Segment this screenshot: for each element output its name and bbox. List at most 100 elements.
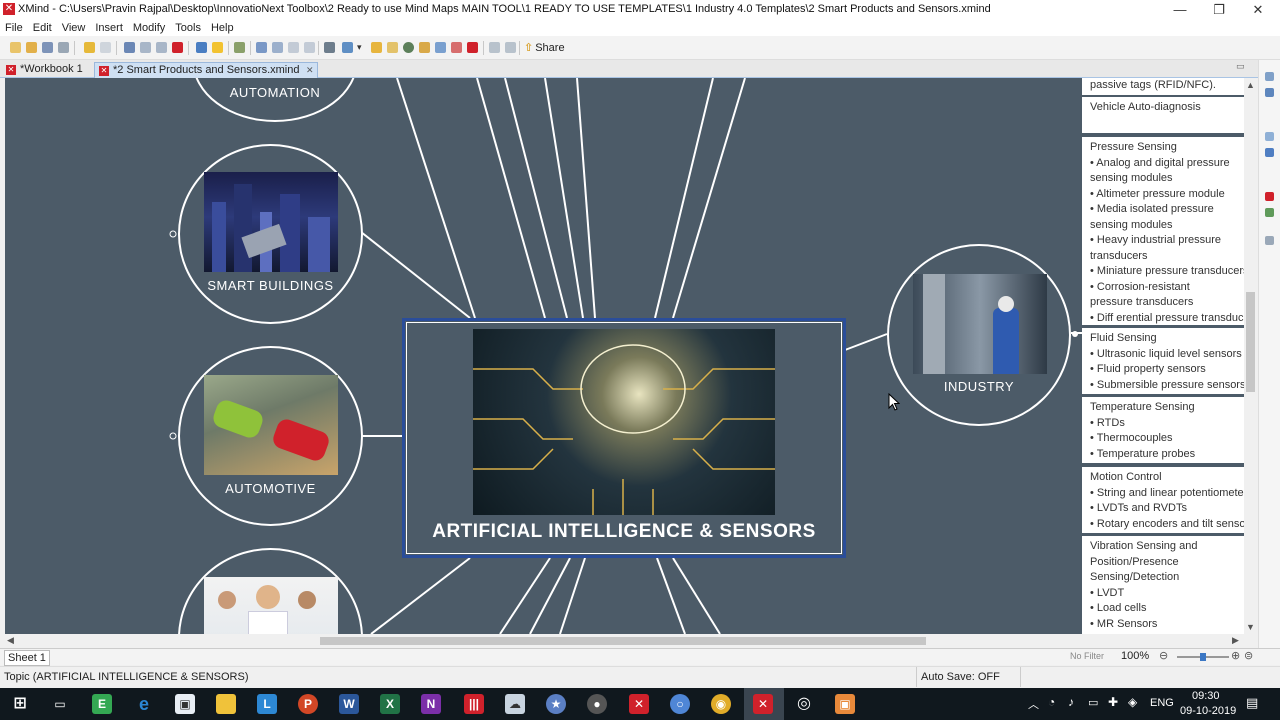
print-icon[interactable] [58, 42, 69, 53]
save-icon[interactable] [42, 42, 53, 53]
clock-time[interactable]: 09:30 [1192, 690, 1220, 702]
menu-view[interactable]: View [57, 20, 91, 36]
central-topic[interactable]: ARTIFICIAL INTELLIGENCE & SENSORS [402, 318, 846, 558]
excel-icon[interactable]: X [380, 694, 400, 714]
menu-file[interactable]: File [0, 20, 28, 36]
menu-insert[interactable]: Insert [90, 20, 128, 36]
stop-icon[interactable] [467, 42, 478, 53]
zoom-slider-handle[interactable] [1200, 653, 1206, 661]
new-file-icon[interactable] [10, 42, 21, 53]
tray-app-icon[interactable]: ✚ [1108, 695, 1118, 709]
note-vibration-sensing[interactable]: Vibration Sensing and Position/Presence … [1082, 536, 1244, 634]
undo-icon[interactable] [84, 42, 95, 53]
label-icon[interactable] [387, 42, 398, 53]
marker-icon[interactable] [403, 42, 414, 53]
notes-panel-icon[interactable] [1265, 236, 1274, 245]
app-star-icon[interactable]: ★ [546, 694, 566, 714]
app-orange-icon[interactable]: ▣ [835, 694, 855, 714]
tray-chevron-icon[interactable]: ︿ [1028, 696, 1039, 712]
boundary-icon[interactable] [304, 42, 315, 53]
app-obs-icon[interactable]: ● [587, 694, 607, 714]
drill-down-icon[interactable] [489, 42, 500, 53]
clock-date[interactable]: 09-10-2019 [1180, 705, 1236, 717]
scroll-up-icon[interactable]: ▲ [1246, 80, 1255, 90]
notifications-icon[interactable]: ▤ [1246, 695, 1258, 711]
search-icon[interactable] [1265, 148, 1274, 157]
open-folder-icon[interactable] [26, 42, 37, 53]
topic-automotive[interactable]: AUTOMOTIVE [178, 346, 363, 526]
outline-icon[interactable] [1265, 72, 1274, 81]
minimize-editor-icon[interactable]: ▭ [1236, 61, 1245, 72]
zoom-in-icon[interactable]: ⊕ [1231, 649, 1240, 662]
markers-icon[interactable] [1265, 192, 1274, 201]
structure-icon[interactable] [234, 42, 245, 53]
relationship-icon[interactable] [451, 42, 462, 53]
xmind-task-icon[interactable]: ✕ [629, 694, 649, 714]
scroll-down-icon[interactable]: ▼ [1246, 622, 1255, 632]
note-vehicle-auto-diagnosis[interactable]: Vehicle Auto-diagnosis [1082, 97, 1244, 135]
evernote-icon[interactable]: E [92, 694, 112, 714]
tab-smart-products[interactable]: ✕ *2 Smart Products and Sensors.xmind ✕ [94, 62, 319, 78]
image-icon[interactable] [342, 42, 353, 53]
delete-icon[interactable] [172, 42, 183, 53]
note-icon[interactable] [371, 42, 382, 53]
attachment-icon[interactable] [419, 42, 430, 53]
properties-icon[interactable] [1265, 132, 1274, 141]
tab-workbook-1[interactable]: ✕ *Workbook 1 [2, 62, 89, 78]
menu-tools[interactable]: Tools [170, 20, 206, 36]
redo-icon[interactable] [100, 42, 111, 53]
menu-help[interactable]: Help [206, 20, 239, 36]
topic-smart-buildings[interactable]: SMART BUILDINGS [178, 144, 363, 324]
note-fluid-sensing[interactable]: Fluid Sensing • Ultrasonic liquid level … [1082, 328, 1244, 394]
summary-icon[interactable] [288, 42, 299, 53]
topic-industry[interactable]: INDUSTRY [887, 244, 1071, 426]
note-passive-tags[interactable]: passive tags (RFID/NFC). [1082, 78, 1244, 95]
lync-icon[interactable]: L [257, 694, 277, 714]
battery-icon[interactable]: ▭ [1088, 696, 1098, 709]
note-pressure-sensing[interactable]: Pressure Sensing • Analog and digital pr… [1082, 137, 1244, 325]
wifi-icon[interactable]: ◔ [1048, 695, 1055, 709]
minimize-button[interactable]: — [1160, 0, 1200, 20]
zoom-level[interactable]: 100% [1121, 650, 1149, 662]
app-red-icon[interactable]: ||| [464, 694, 484, 714]
edge-icon[interactable]: e [134, 694, 154, 714]
vertical-scroll-thumb[interactable] [1246, 292, 1255, 392]
filter-label[interactable]: No Filter [1070, 651, 1104, 661]
callout-icon[interactable] [272, 42, 283, 53]
topic-icon[interactable] [196, 42, 207, 53]
file-explorer-icon[interactable] [216, 694, 236, 714]
styles-icon[interactable] [1265, 208, 1274, 217]
scroll-right-icon[interactable]: ▶ [1232, 635, 1239, 646]
hyperlink-icon[interactable] [435, 42, 446, 53]
tray-shield-icon[interactable]: ◈ [1128, 695, 1137, 709]
chrome-icon[interactable]: ◉ [711, 694, 731, 714]
zoom-out-icon[interactable]: ⊖ [1159, 649, 1168, 662]
volume-icon[interactable]: ♪ [1068, 695, 1074, 709]
subtopic-icon[interactable] [256, 42, 267, 53]
overview-icon[interactable] [1265, 88, 1274, 97]
onenote-icon[interactable]: N [421, 694, 441, 714]
language-indicator[interactable]: ENG [1150, 697, 1174, 709]
close-tab-icon[interactable]: ✕ [306, 63, 314, 78]
task-view-icon[interactable]: ▭ [50, 694, 70, 714]
fit-zoom-icon[interactable]: ⊜ [1244, 649, 1253, 662]
powerpoint-icon[interactable]: P [298, 694, 318, 714]
drill-up-icon[interactable] [505, 42, 516, 53]
menu-edit[interactable]: Edit [28, 20, 57, 36]
copy-icon[interactable] [140, 42, 151, 53]
scroll-left-icon[interactable]: ◀ [7, 635, 14, 646]
maximize-button[interactable]: ❐ [1199, 0, 1239, 20]
sheet-tab[interactable]: Sheet 1 [4, 650, 50, 666]
store-icon[interactable]: ▣ [175, 694, 195, 714]
note-temperature-sensing[interactable]: Temperature Sensing • RTDs • Thermocoupl… [1082, 397, 1244, 463]
pencil-icon[interactable] [324, 42, 335, 53]
menu-modify[interactable]: Modify [128, 20, 170, 36]
app-ring-icon[interactable]: ◎ [794, 694, 814, 714]
paste-icon[interactable] [156, 42, 167, 53]
chevron-down-icon[interactable]: ▾ [357, 42, 362, 53]
word-icon[interactable]: W [339, 694, 359, 714]
mind-map-canvas[interactable]: AUTOMATION SMART BUILDINGS AUTOMOTIVE AR… [5, 78, 1244, 634]
close-button[interactable]: ✕ [1238, 0, 1278, 20]
app-blue-icon[interactable]: ○ [670, 694, 690, 714]
app-cloud-icon[interactable]: ☁ [505, 694, 525, 714]
